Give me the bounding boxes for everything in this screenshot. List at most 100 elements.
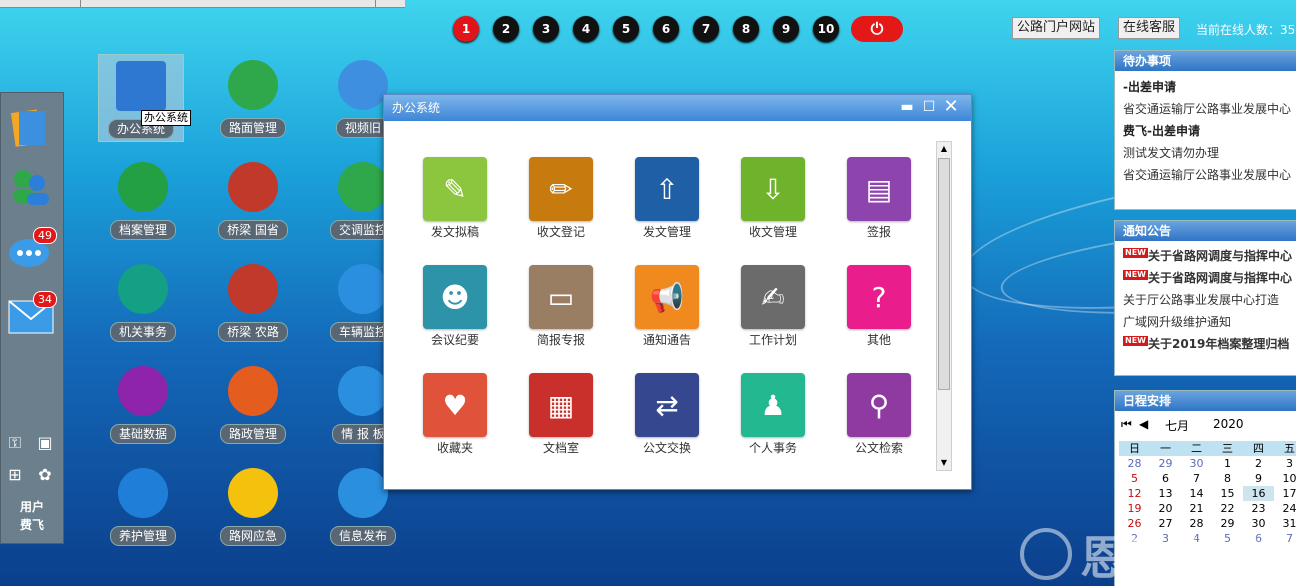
app-tile-7[interactable]: ▭ 简报专报 <box>516 265 606 348</box>
calendar-day[interactable]: 16 <box>1243 486 1274 501</box>
location-icon <box>338 264 388 314</box>
app-label: 公文检索 <box>854 441 903 455</box>
notice-item[interactable]: 广域网升级维护通知 <box>1115 311 1296 333</box>
app-tile-6[interactable]: ☻ 会议纪要 <box>410 265 500 348</box>
calendar-day[interactable]: 8 <box>1212 471 1243 486</box>
todo-item[interactable]: 省交通运输厅公路事业发展中心 <box>1115 164 1296 186</box>
calendar-day[interactable]: 2 <box>1243 456 1274 471</box>
todo-item[interactable]: -出差申请 <box>1115 76 1296 98</box>
scrollbar-thumb[interactable] <box>938 158 950 390</box>
calendar-day[interactable]: 10 <box>1274 471 1296 486</box>
minimize-icon[interactable]: ▬ <box>898 98 916 116</box>
page-button-7[interactable]: 7 <box>693 16 719 42</box>
todo-item[interactable]: 省交通运输厅公路事业发展中心 <box>1115 98 1296 120</box>
app-tile-9[interactable]: ✍ 工作计划 <box>728 265 818 348</box>
calendar-day[interactable]: 13 <box>1150 486 1181 501</box>
page-button-1[interactable]: 1 <box>453 16 479 42</box>
calendar-day[interactable]: 7 <box>1274 531 1296 546</box>
calendar-month[interactable]: 七月 <box>1165 417 1189 434</box>
app-tile-15[interactable]: ⚲ 公文检索 <box>834 373 924 456</box>
calendar-day[interactable]: 22 <box>1212 501 1243 516</box>
calendar-day[interactable]: 15 <box>1212 486 1243 501</box>
page-button-4[interactable]: 4 <box>573 16 599 42</box>
calendar-year[interactable]: 2020 <box>1213 417 1244 431</box>
page-button-3[interactable]: 3 <box>533 16 559 42</box>
calendar-day[interactable]: 20 <box>1150 501 1181 516</box>
page-button-5[interactable]: 5 <box>613 16 639 42</box>
desktop-icon-4[interactable]: 档案管理 <box>98 156 188 246</box>
network-icon[interactable]: ⊞ <box>5 465 25 485</box>
page-button-6[interactable]: 6 <box>653 16 679 42</box>
box-icon[interactable]: ▣ <box>35 433 55 453</box>
scroll-up-icon[interactable]: ▲ <box>938 142 950 156</box>
calendar-day[interactable]: 17 <box>1274 486 1296 501</box>
draft-icon: ✎ <box>423 157 487 221</box>
app-tile-8[interactable]: 📢 通知通告 <box>622 265 712 348</box>
users-icon[interactable] <box>7 165 57 211</box>
prev-year-icon[interactable]: ⏮ <box>1121 417 1132 432</box>
notice-item[interactable]: NEW 关于2019年档案整理归档 <box>1115 333 1296 355</box>
app-tile-3[interactable]: ⇧ 发文管理 <box>622 157 712 240</box>
app-tile-11[interactable]: ♥ 收藏夹 <box>410 373 500 456</box>
calendar-day[interactable]: 28 <box>1119 456 1150 471</box>
calendar-day[interactable]: 12 <box>1119 486 1150 501</box>
prev-month-icon[interactable]: ◀ <box>1139 417 1148 431</box>
portal-button[interactable]: 公路门户网站 <box>1012 17 1101 39</box>
calendar-day[interactable]: 30 <box>1181 456 1212 471</box>
app-tile-5[interactable]: ▤ 签报 <box>834 157 924 240</box>
road-icon <box>228 60 278 110</box>
page-button-10[interactable]: 10 <box>813 16 839 42</box>
desktop-icon-8[interactable]: 桥梁 农路 <box>208 258 298 348</box>
calendar-day[interactable]: 23 <box>1243 501 1274 516</box>
desktop-icon-7[interactable]: 机关事务 <box>98 258 188 348</box>
palette-icon[interactable]: ✿ <box>35 465 55 485</box>
notice-item[interactable]: 关于厅公路事业发展中心打造 <box>1115 289 1296 311</box>
desktop-icon-5[interactable]: 桥梁 国省 <box>208 156 298 246</box>
close-icon[interactable]: ✕ <box>942 98 960 116</box>
scroll-down-icon[interactable]: ▼ <box>938 456 950 470</box>
mail-icon[interactable]: 34 <box>7 291 57 337</box>
search-icon: ⚲ <box>847 373 911 437</box>
desktop-icon-10[interactable]: 基础数据 <box>98 360 188 450</box>
desktop-icon-1[interactable]: 办公系统 <box>98 54 184 142</box>
power-icon[interactable]: ⏻ <box>851 16 903 42</box>
desktop-icon-14[interactable]: 路网应急 <box>208 462 298 552</box>
app-tile-1[interactable]: ✎ 发文拟稿 <box>410 157 500 240</box>
calendar-day[interactable]: 31 <box>1274 516 1296 531</box>
desktop-icon-2[interactable]: 路面管理 <box>208 54 298 144</box>
calendar-day[interactable]: 19 <box>1119 501 1150 516</box>
calendar-day[interactable]: 3 <box>1274 456 1296 471</box>
calendar-day[interactable]: 21 <box>1181 501 1212 516</box>
calendar-day[interactable]: 6 <box>1150 471 1181 486</box>
upload-icon: ⇧ <box>635 157 699 221</box>
desktop-icon-13[interactable]: 养护管理 <box>98 462 188 552</box>
calendar-day[interactable]: 1 <box>1212 456 1243 471</box>
todo-item[interactable]: 测试发文请勿办理 <box>1115 142 1296 164</box>
notice-item[interactable]: NEW 关于省路网调度与指挥中心 <box>1115 245 1296 267</box>
folder-icon[interactable] <box>7 105 57 151</box>
maximize-icon[interactable]: ☐ <box>920 98 938 116</box>
calendar-day[interactable]: 7 <box>1181 471 1212 486</box>
key-icon[interactable]: ⚿ <box>5 433 25 453</box>
calendar-day[interactable]: 14 <box>1181 486 1212 501</box>
calendar-day[interactable]: 24 <box>1274 501 1296 516</box>
page-button-9[interactable]: 9 <box>773 16 799 42</box>
app-tile-12[interactable]: ▦ 文档室 <box>516 373 606 456</box>
app-tile-14[interactable]: ♟ 个人事务 <box>728 373 818 456</box>
todo-item[interactable]: 费飞-出差申请 <box>1115 120 1296 142</box>
app-tile-10[interactable]: ? 其他 <box>834 265 924 348</box>
calendar-day[interactable]: 29 <box>1150 456 1181 471</box>
online-service-button[interactable]: 在线客服 <box>1118 17 1181 39</box>
desktop-icon-11[interactable]: 路政管理 <box>208 360 298 450</box>
calendar-day[interactable]: 9 <box>1243 471 1274 486</box>
vertical-scrollbar[interactable]: ▲ ▼ <box>936 141 952 471</box>
chat-icon[interactable]: 49 <box>7 227 57 273</box>
notice-item[interactable]: NEW 关于省路网调度与指挥中心 <box>1115 267 1296 289</box>
page-button-2[interactable]: 2 <box>493 16 519 42</box>
app-tile-13[interactable]: ⇄ 公文交换 <box>622 373 712 456</box>
app-tile-2[interactable]: ✏ 收文登记 <box>516 157 606 240</box>
calendar-day[interactable]: 5 <box>1119 471 1150 486</box>
page-button-8[interactable]: 8 <box>733 16 759 42</box>
app-tile-4[interactable]: ⇩ 收文管理 <box>728 157 818 240</box>
traffic-chart-icon <box>338 162 388 212</box>
